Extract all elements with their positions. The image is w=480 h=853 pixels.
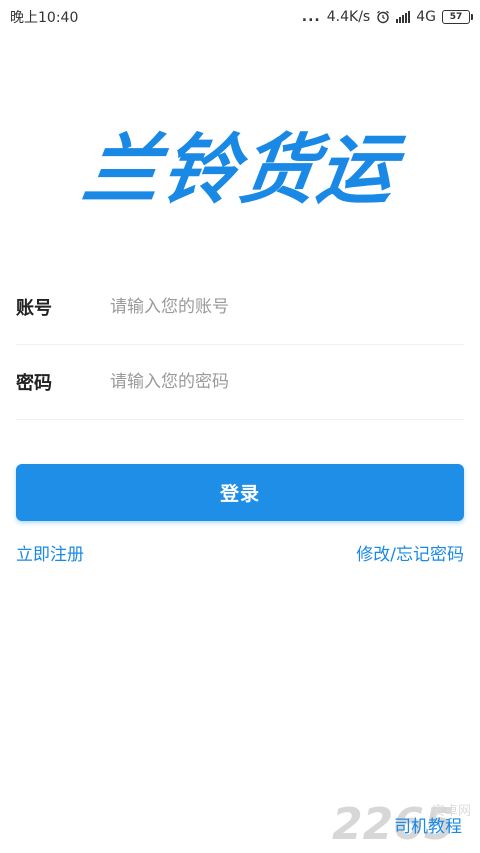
password-input[interactable]: [110, 367, 464, 397]
status-left: 晚上10:40: [10, 7, 78, 27]
password-label: 密码: [16, 373, 52, 394]
driver-tutorial-link[interactable]: 司机教程: [394, 812, 462, 837]
account-label: 账号: [16, 298, 52, 319]
status-right: ... 4.4K/s 4G 57: [301, 9, 473, 25]
status-time: 晚上10:40: [10, 10, 79, 26]
network-speed: 4.4K/s: [326, 9, 371, 25]
register-link[interactable]: 立即注册: [16, 540, 84, 565]
app-logo: 兰铃货运: [77, 125, 403, 214]
more-dots-icon: ...: [301, 9, 321, 25]
password-row: 密码: [16, 345, 464, 420]
signal-icon: [396, 11, 411, 23]
status-bar: 晚上10:40 ... 4.4K/s 4G 57: [0, 0, 480, 34]
forgot-password-link[interactable]: 修改/忘记密码: [356, 540, 464, 565]
account-input[interactable]: [110, 292, 464, 322]
account-row: 账号: [16, 270, 464, 345]
alarm-icon: [377, 10, 390, 24]
login-form: 账号 密码: [16, 270, 464, 420]
network-type: 4G: [416, 9, 436, 25]
login-button[interactable]: 登录: [16, 464, 464, 521]
battery-level: 57: [449, 12, 463, 22]
auth-links: 立即注册 修改/忘记密码: [16, 540, 464, 565]
battery-icon: 57: [442, 10, 473, 24]
